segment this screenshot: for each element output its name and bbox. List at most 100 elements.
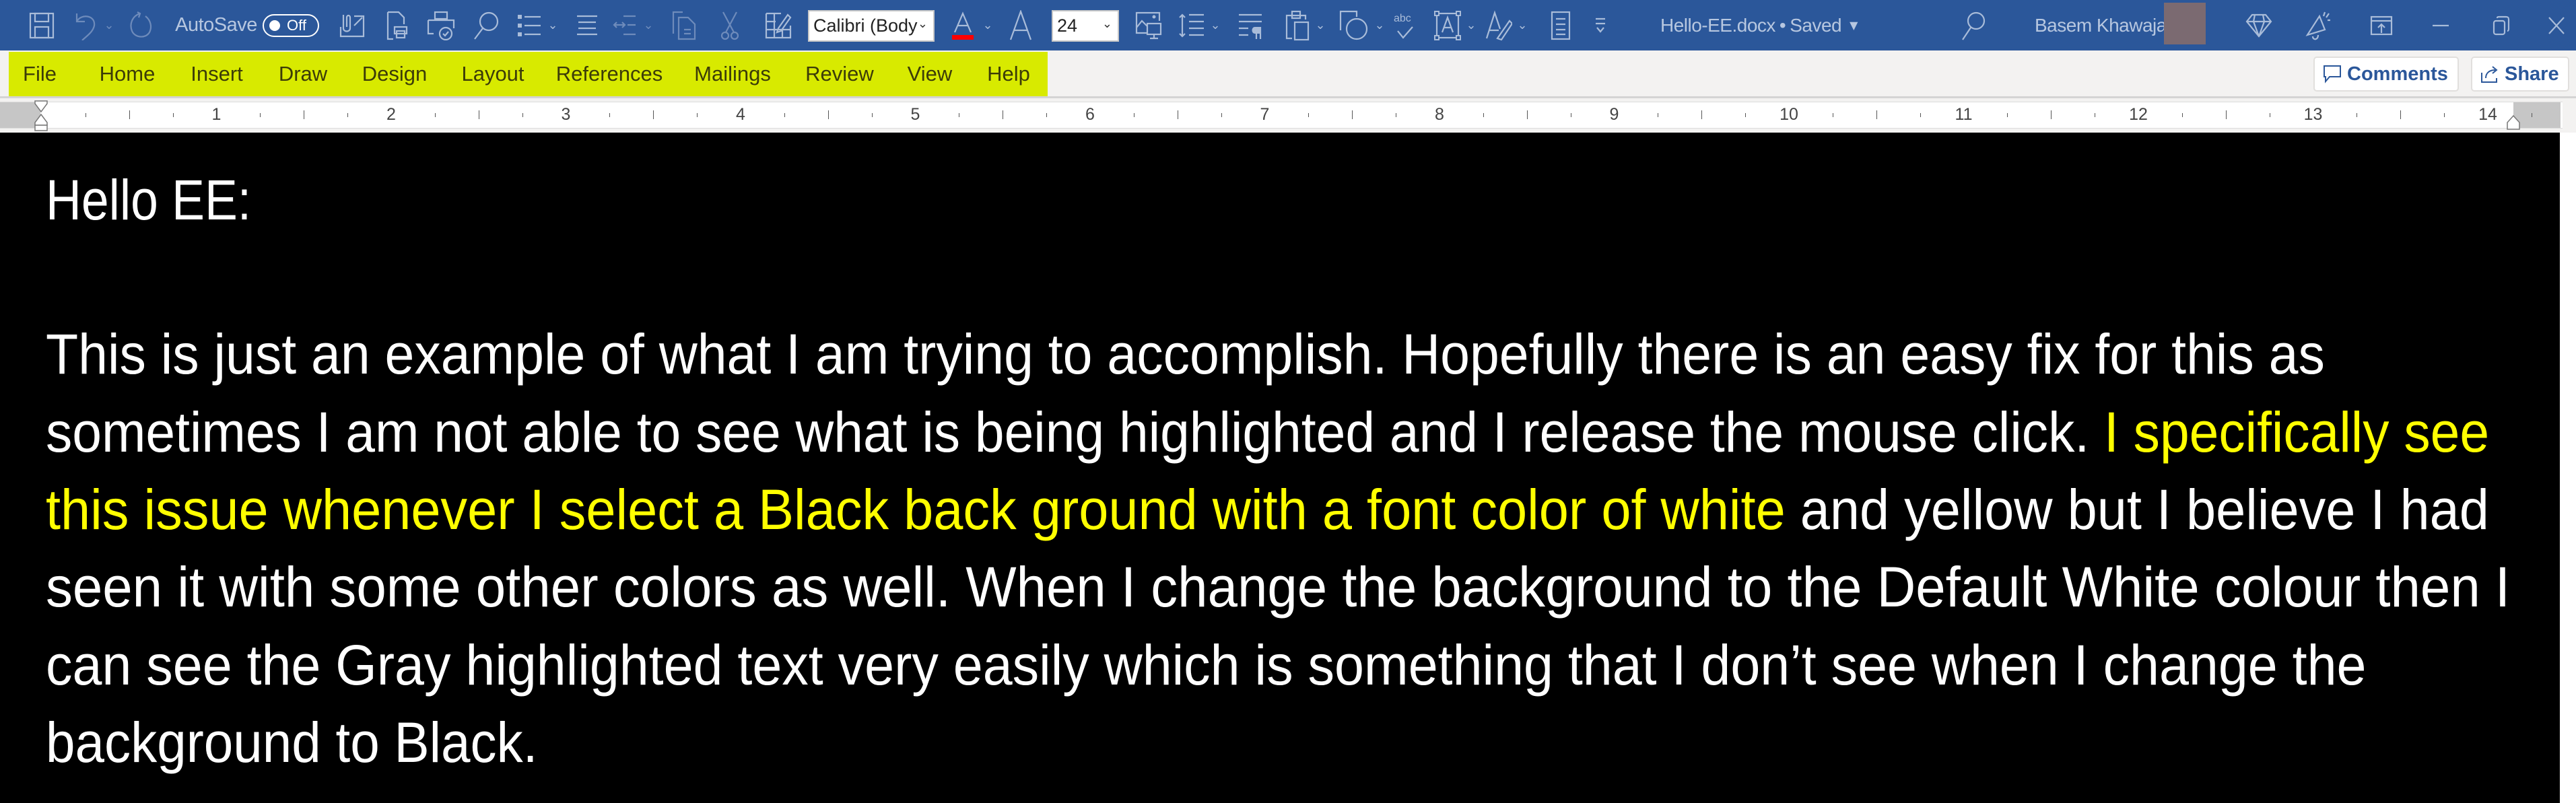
- right-indent-marker[interactable]: [2506, 114, 2521, 131]
- search-button[interactable]: [1958, 0, 1989, 50]
- center-align-button[interactable]: [574, 0, 601, 50]
- edit-table-button[interactable]: [764, 0, 793, 50]
- clipboard-icon: [1285, 10, 1310, 40]
- paste-dropdown[interactable]: ⌄: [1314, 0, 1326, 50]
- spelling-button[interactable]: abc: [1391, 0, 1421, 50]
- chevron-down-icon: ⌄: [917, 17, 928, 31]
- font-name-value: Calibri (Body: [813, 15, 918, 36]
- cut-button[interactable]: [718, 0, 742, 50]
- save-button[interactable]: [27, 0, 57, 50]
- document-page[interactable]: Hello EE: This is just an example of wha…: [0, 133, 2560, 803]
- text-effects-button[interactable]: [1484, 0, 1514, 50]
- font-color-icon: [952, 11, 974, 40]
- tab-home[interactable]: Home: [100, 52, 156, 96]
- picture-icon: [1135, 11, 1162, 39]
- customize-quick-access-button[interactable]: [1590, 0, 1611, 50]
- print-preview-button[interactable]: [384, 0, 411, 50]
- ruler-tick: [1920, 113, 1921, 117]
- user-name[interactable]: Basem Khawaja: [2035, 0, 2167, 50]
- tab-insert[interactable]: Insert: [191, 52, 243, 96]
- find-button[interactable]: [471, 0, 501, 50]
- attachment-icon: [339, 14, 365, 37]
- tab-draw[interactable]: Draw: [279, 52, 327, 96]
- quick-print-button[interactable]: [426, 0, 456, 50]
- undo-button[interactable]: [73, 0, 100, 50]
- text-box-button[interactable]: [1433, 0, 1462, 50]
- ruler-tick: [871, 113, 873, 117]
- close-button[interactable]: [2541, 0, 2572, 50]
- table-edit-icon: [765, 12, 792, 38]
- font-color-dropdown[interactable]: ⌄: [982, 0, 994, 50]
- ruler-tick: [609, 113, 611, 117]
- text-box-dropdown[interactable]: ⌄: [1465, 0, 1477, 50]
- tab-review[interactable]: Review: [805, 52, 874, 96]
- ruler-number: 8: [1435, 105, 1444, 124]
- tab-references[interactable]: References: [556, 52, 663, 96]
- ruler-number: 12: [2129, 105, 2148, 124]
- grow-font-button[interactable]: [1006, 0, 1036, 50]
- undo-icon: [75, 13, 96, 40]
- shapes-icon: [1339, 10, 1368, 40]
- ruler-tick: [1526, 110, 1528, 119]
- tab-file[interactable]: File: [23, 52, 57, 96]
- tab-design[interactable]: Design: [362, 52, 428, 96]
- scissors-icon: [720, 11, 739, 40]
- text-run: and yellow but I believe I had: [1785, 478, 2489, 541]
- ruler-number: 14: [2478, 105, 2497, 124]
- chevron-down-icon: ⌄: [1101, 17, 1112, 31]
- bullets-button[interactable]: [516, 0, 543, 50]
- attach-file-button[interactable]: [337, 0, 366, 50]
- ruler-tick: [697, 113, 698, 117]
- chevron-down-icon: ⌄: [982, 18, 993, 32]
- ruler-tick: [827, 110, 829, 119]
- tab-mailings[interactable]: Mailings: [694, 52, 771, 96]
- left-indent-marker[interactable]: [34, 100, 48, 132]
- font-color-button[interactable]: [948, 0, 978, 50]
- ruler-tick: [434, 113, 436, 117]
- font-size-dropdown[interactable]: 24 ⌄: [1052, 10, 1119, 42]
- bullets-dropdown[interactable]: ⌄: [547, 0, 559, 50]
- tab-layout[interactable]: Layout: [461, 52, 524, 96]
- tab-view[interactable]: View: [908, 52, 953, 96]
- text-run: This is just an example of what I am try…: [46, 322, 2325, 386]
- undo-dropdown[interactable]: ⌄: [102, 0, 116, 50]
- text-run: seen it with some other colors as well. …: [46, 555, 2511, 619]
- document-title[interactable]: Hello-EE.docx • Saved ▼: [1660, 0, 1858, 50]
- minimize-button[interactable]: [2424, 0, 2458, 50]
- paste-button[interactable]: [1283, 0, 1313, 50]
- shapes-button[interactable]: [1338, 0, 1371, 50]
- ruler-tick: [1221, 113, 1222, 117]
- ribbon-display-options-button[interactable]: [2365, 0, 2398, 50]
- ruler-number: 1: [211, 105, 222, 124]
- spell-check-icon: abc: [1394, 13, 1413, 39]
- feedback-button[interactable]: [2301, 0, 2335, 50]
- copy-button[interactable]: [671, 0, 698, 50]
- comments-label: Comments: [2347, 63, 2448, 85]
- indent-button[interactable]: [611, 0, 638, 50]
- ruler-tick: [172, 113, 174, 117]
- ruler-number: 2: [386, 105, 396, 124]
- tab-help[interactable]: Help: [987, 52, 1030, 96]
- premium-button[interactable]: [2242, 0, 2276, 50]
- insert-picture-button[interactable]: [1134, 0, 1163, 50]
- line-spacing-dropdown[interactable]: ⌄: [1209, 0, 1221, 50]
- restore-button[interactable]: [2484, 0, 2518, 50]
- body-line: sometimes I am not able to see what is b…: [46, 404, 2489, 460]
- horizontal-ruler[interactable]: 1 2 3 4 5 6 7 8 9 10 11 12 13 14: [0, 100, 2563, 132]
- user-avatar[interactable]: [2164, 3, 2206, 44]
- autosave-toggle[interactable]: Off: [263, 14, 319, 37]
- shapes-dropdown[interactable]: ⌄: [1374, 0, 1386, 50]
- indent-dropdown[interactable]: ⌄: [642, 0, 654, 50]
- line-spacing-button[interactable]: [1177, 0, 1207, 50]
- caret-down-icon: ▼: [1850, 19, 1858, 32]
- show-paragraph-button[interactable]: [1235, 0, 1264, 50]
- share-button[interactable]: Share: [2471, 57, 2569, 92]
- redo-button[interactable]: [127, 0, 154, 50]
- ruler-tick: [2181, 113, 2183, 117]
- search-icon: [474, 11, 499, 40]
- reading-mode-button[interactable]: [1547, 0, 1574, 50]
- comments-button[interactable]: Comments: [2313, 57, 2459, 92]
- restore-icon: [2493, 15, 2510, 35]
- text-effects-dropdown[interactable]: ⌄: [1516, 0, 1528, 50]
- font-name-dropdown[interactable]: Calibri (Body ⌄: [808, 10, 935, 42]
